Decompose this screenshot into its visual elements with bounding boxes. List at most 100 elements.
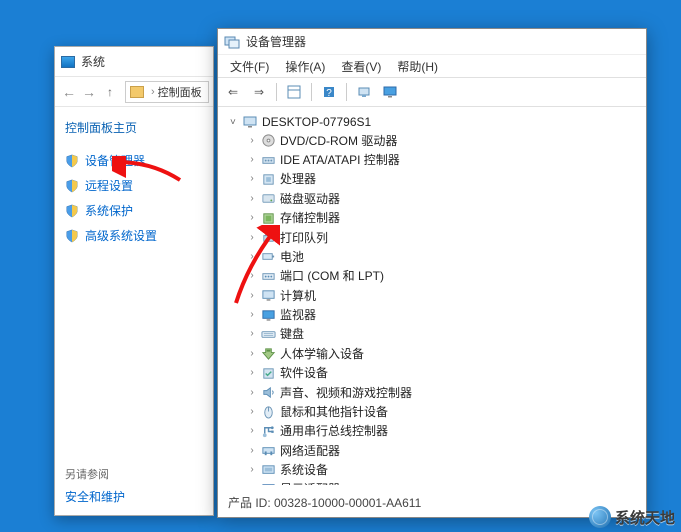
sidebar-system-protection[interactable]: 系统保护 [65,198,203,223]
sidebar-item-label: 高级系统设置 [85,227,157,244]
expand-icon[interactable]: › [246,151,258,169]
tree-item[interactable]: › 声音、视频和游戏控制器 [222,383,642,402]
tree-item[interactable]: › 键盘 [222,325,642,344]
tree-item-label: 声音、视频和游戏控制器 [280,384,412,402]
sidebar-device-manager[interactable]: 设备管理器 [65,148,203,173]
forward-icon[interactable]: → [79,82,99,102]
tree-item[interactable]: › 通用串行总线控制器 [222,422,642,441]
tree-item-label: 系统设备 [280,461,328,479]
expand-icon[interactable]: › [246,384,258,402]
footer-heading: 另请参阅 [65,466,203,482]
shield-icon [65,204,79,218]
tree-item[interactable]: ›网络适配器 [222,441,642,460]
system-window: 系统 ← → ↑ › 控制面板 控制面板主页 设备管理器 远程设置 系统保护 高… [54,46,214,516]
sidebar-remote-settings[interactable]: 远程设置 [65,173,203,198]
system-titlebar[interactable]: 系统 [55,47,213,77]
footer-link[interactable]: 安全和维护 [65,488,203,505]
tree-item[interactable]: › 计算机 [222,286,642,305]
tree-item-label: 电池 [280,248,304,266]
sidebar-advanced-settings[interactable]: 高级系统设置 [65,223,203,248]
expand-icon[interactable]: › [246,325,258,343]
tree-item[interactable]: › 显示适配器 [222,480,642,485]
device-manager-titlebar[interactable]: 设备管理器 [218,29,646,55]
tree-item[interactable]: › 软件设备 [222,364,642,383]
tree-item-label: 键盘 [280,325,304,343]
mouse-icon [260,404,276,420]
tree-item[interactable]: › 人体学输入设备 [222,344,642,363]
toolbar-separator [346,83,347,101]
tree-item[interactable]: ›DVD/CD-ROM 驱动器 [222,131,642,150]
tree-item-label: IDE ATA/ATAPI 控制器 [280,151,400,169]
menu-action[interactable]: 操作(A) [277,56,333,77]
tree-root-label: DESKTOP-07796S1 [262,115,371,129]
usb-icon [260,423,276,439]
tree-item-label: 计算机 [280,287,316,305]
tree-item-label: 打印队列 [280,229,328,247]
system-nav: ← → ↑ › 控制面板 [55,77,213,107]
folder-icon [130,86,144,98]
device-manager-menubar: 文件(F) 操作(A) 查看(V) 帮助(H) [218,55,646,77]
tree-root[interactable]: ˅ DESKTOP-07796S1 [222,113,642,131]
expand-icon[interactable]: › [246,287,258,305]
toolbar-back-button[interactable]: ⇐ [222,81,244,103]
tree-item[interactable]: › 磁盘驱动器 [222,189,642,208]
expand-icon[interactable]: › [246,248,258,266]
storage-icon [260,210,276,226]
back-icon[interactable]: ← [59,82,79,102]
menu-help[interactable]: 帮助(H) [389,56,446,77]
toolbar-monitor-button[interactable] [379,81,401,103]
expand-icon[interactable]: › [246,345,258,363]
product-id-label: 产品 ID: 00328-10000-00001-AA611 [228,494,421,511]
tree-item[interactable]: ›存储控制器 [222,209,642,228]
svg-text:?: ? [326,88,332,99]
computer-icon [242,114,258,130]
toolbar-separator [311,83,312,101]
device-manager-toolbar: ⇐ ⇒ ? [218,77,646,107]
expand-icon[interactable]: › [246,132,258,150]
tree-item-label: 磁盘驱动器 [280,190,340,208]
expand-icon[interactable]: › [246,170,258,188]
toolbar-scan-button[interactable] [353,81,375,103]
tree-item[interactable]: › 打印队列 [222,228,642,247]
expand-icon[interactable]: › [246,229,258,247]
device-manager-title: 设备管理器 [246,33,306,50]
expand-icon[interactable]: › [246,442,258,460]
collapse-icon[interactable]: ˅ [230,117,242,128]
expand-icon[interactable]: › [246,422,258,440]
tree-item-label: 软件设备 [280,364,328,382]
menu-view[interactable]: 查看(V) [333,56,389,77]
tree-item-label: 通用串行总线控制器 [280,422,388,440]
expand-icon[interactable]: › [246,480,258,485]
sidebar-item-label: 设备管理器 [85,152,145,169]
tree-item-label: 鼠标和其他指针设备 [280,403,388,421]
expand-icon[interactable]: › [246,209,258,227]
system-sidebar: 控制面板主页 设备管理器 远程设置 系统保护 高级系统设置 [55,107,213,260]
tree-item[interactable]: › 鼠标和其他指针设备 [222,402,642,421]
shield-icon [65,179,79,193]
display-icon [260,481,276,485]
tree-item[interactable]: › IDE ATA/ATAPI 控制器 [222,150,642,169]
expand-icon[interactable]: › [246,461,258,479]
tree-item[interactable]: › 系统设备 [222,460,642,479]
toolbar-separator [276,83,277,101]
expand-icon[interactable]: › [246,403,258,421]
expand-icon[interactable]: › [246,364,258,382]
tree-item[interactable]: ›端口 (COM 和 LPT) [222,267,642,286]
tree-item-label: 显示适配器 [280,480,340,485]
expand-icon[interactable]: › [246,267,258,285]
address-bar[interactable]: › 控制面板 [125,81,209,103]
toolbar-view-button[interactable] [283,81,305,103]
expand-icon[interactable]: › [246,190,258,208]
shield-icon [65,154,79,168]
hid-icon [260,346,276,362]
expand-icon[interactable]: › [246,306,258,324]
menu-file[interactable]: 文件(F) [222,56,277,77]
tree-item[interactable]: ›监视器 [222,305,642,324]
tree-item-label: 人体学输入设备 [280,345,364,363]
toolbar-forward-button[interactable]: ⇒ [248,81,270,103]
tree-item[interactable]: › 电池 [222,247,642,266]
control-panel-home[interactable]: 控制面板主页 [65,119,203,136]
toolbar-help-button[interactable]: ? [318,81,340,103]
tree-item[interactable]: ›处理器 [222,170,642,189]
up-icon[interactable]: ↑ [101,83,119,101]
